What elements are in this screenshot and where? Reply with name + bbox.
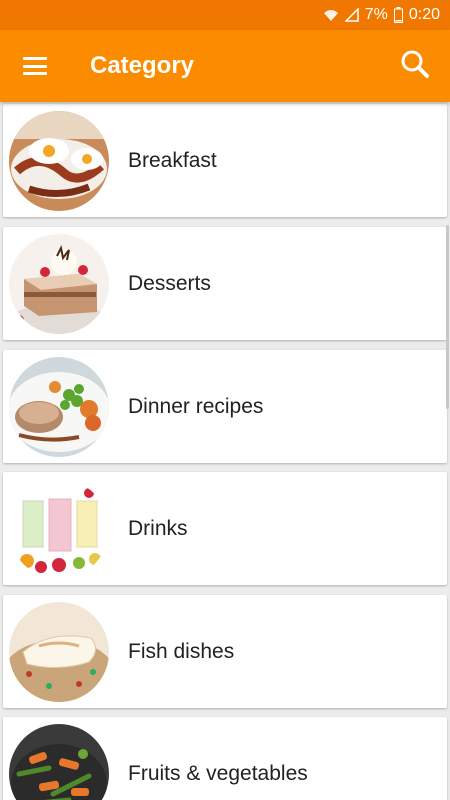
desserts-image — [9, 233, 109, 334]
clock: 0:20 — [408, 6, 440, 23]
dinner-recipes-image — [9, 356, 109, 457]
search-button[interactable] — [380, 30, 450, 102]
category-label: Breakfast — [128, 148, 217, 172]
fish-dishes-image — [9, 601, 109, 702]
category-label: Desserts — [128, 271, 211, 295]
category-item-fish-dishes[interactable]: Fish dishes — [3, 595, 447, 708]
category-item-breakfast[interactable]: Breakfast — [3, 104, 447, 217]
status-bar: 7% 0:20 — [0, 0, 450, 30]
category-list[interactable]: Breakfast Desserts Dinner recipes Drinks… — [0, 102, 450, 800]
page-title: Category — [90, 52, 195, 79]
search-icon — [400, 49, 430, 84]
category-label: Fish dishes — [128, 639, 235, 663]
category-item-dinner-recipes[interactable]: Dinner recipes — [3, 350, 447, 463]
breakfast-image — [9, 110, 109, 211]
hamburger-menu-icon — [23, 57, 47, 75]
wifi-icon — [323, 8, 339, 22]
category-item-drinks[interactable]: Drinks — [3, 472, 447, 585]
drinks-image — [9, 478, 109, 579]
category-item-desserts[interactable]: Desserts — [3, 227, 447, 340]
battery-icon — [393, 7, 403, 23]
battery-percent: 7% — [364, 6, 388, 23]
menu-button[interactable] — [0, 30, 70, 102]
scrollbar[interactable] — [446, 225, 449, 409]
category-item-fruits-vegetables[interactable]: Fruits & vegetables — [3, 717, 447, 800]
signal-icon — [344, 8, 359, 22]
fruits-vegetables-image — [9, 723, 109, 800]
category-label: Fruits & vegetables — [128, 761, 308, 785]
app-bar: Category — [0, 30, 450, 102]
category-label: Drinks — [128, 516, 188, 540]
category-label: Dinner recipes — [128, 394, 264, 418]
